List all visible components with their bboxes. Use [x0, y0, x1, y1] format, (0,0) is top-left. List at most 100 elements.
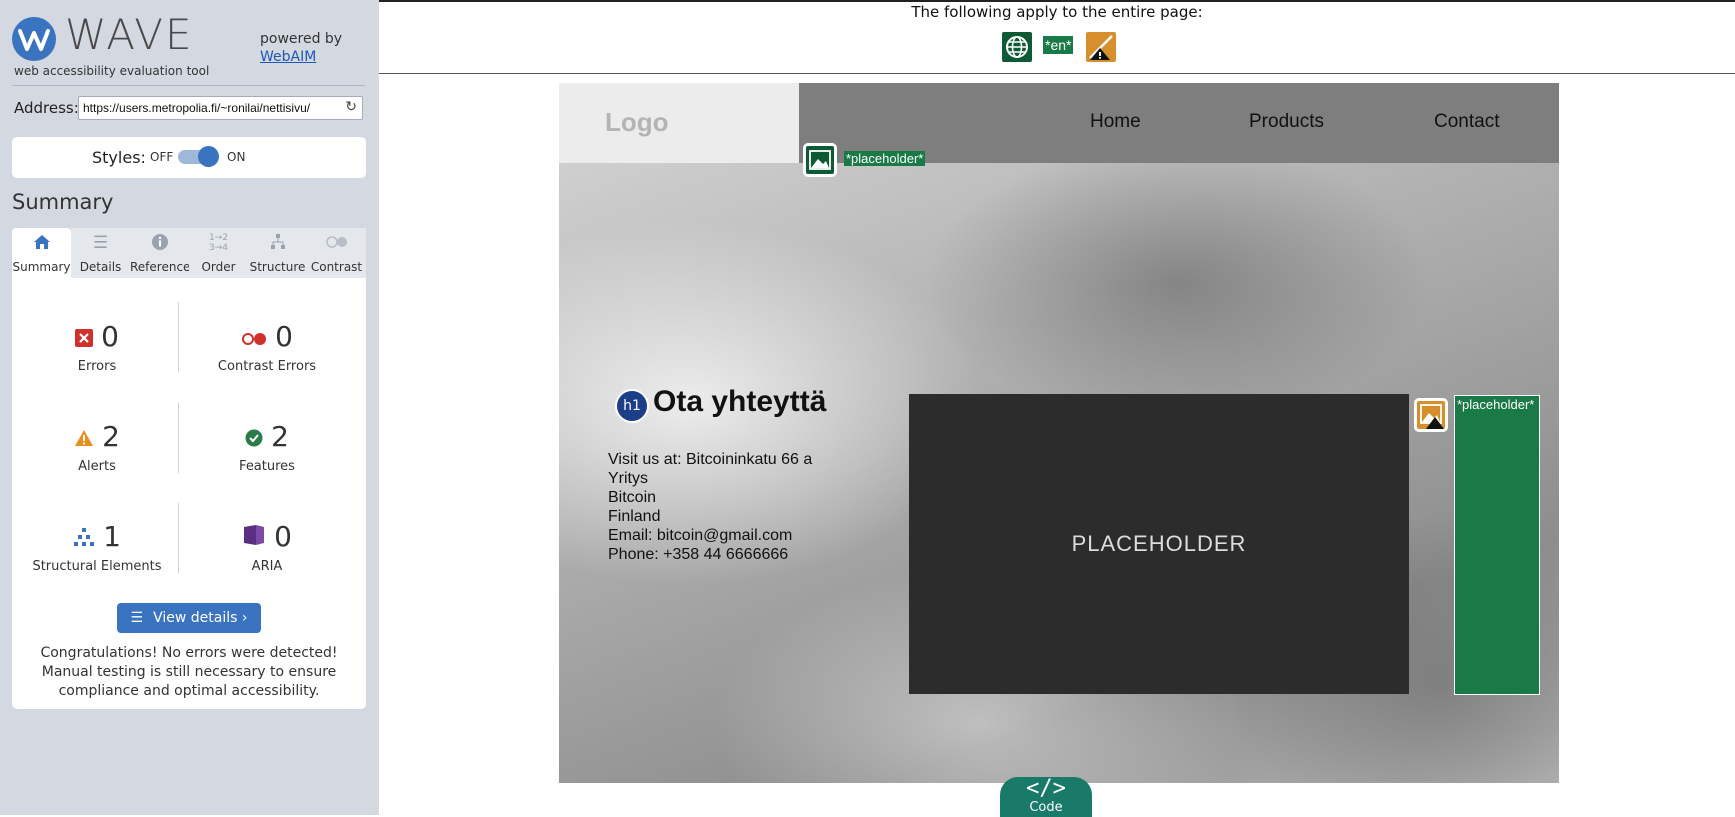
home-icon: [12, 233, 71, 256]
order-icon: 1→2 3→4: [209, 233, 228, 253]
lang-en-label[interactable]: *en*: [1043, 36, 1074, 54]
tab-details[interactable]: ☰ Details: [71, 228, 130, 278]
address-line: Yritys: [608, 470, 648, 487]
code-label: Code: [1029, 800, 1063, 815]
structure-icon: [248, 233, 307, 256]
view-details-button[interactable]: ☰ View details ›: [117, 603, 261, 633]
errors-count: 0: [101, 320, 119, 353]
list-icon: ☰: [92, 233, 109, 253]
contrast-icon: [307, 233, 366, 256]
aria-count: 0: [274, 520, 292, 553]
error-icon: [75, 323, 94, 353]
tab-label: Structure: [249, 260, 306, 274]
powered-by: powered by WebAIM: [260, 31, 342, 65]
address-line: Email: bitcoin@gmail.com: [608, 527, 793, 544]
code-icon: </>: [1026, 776, 1066, 801]
divider: [178, 403, 179, 473]
list-icon: ☰: [130, 610, 144, 626]
errors-label: Errors: [77, 359, 117, 374]
address-line: Visit us at: Bitcoininkatu 66 a: [608, 451, 813, 468]
language-globe-icon[interactable]: [1000, 30, 1034, 64]
site-navbar: Logo Home Products Contact: [559, 83, 1559, 163]
tab-order[interactable]: 1→2 3→4 Order: [189, 228, 248, 278]
contrast-errors-count: 0: [275, 320, 293, 353]
address-input[interactable]: https://users.metropolia.fi/~ronilai/net…: [78, 96, 363, 120]
webaim-link[interactable]: WebAIM: [260, 49, 342, 65]
image-alert-icon[interactable]: [1414, 398, 1448, 432]
tab-summary[interactable]: Summary: [12, 228, 71, 278]
congrats-message: Congratulations! No errors were detected…: [40, 645, 338, 699]
divider: [178, 302, 179, 372]
address-label: Address:: [14, 99, 79, 117]
address-line: Finland: [608, 508, 661, 525]
stat-structural[interactable]: 1 Structural Elements: [17, 522, 177, 575]
divider: [379, 73, 1735, 74]
stat-aria[interactable]: 0 ARIA: [187, 522, 347, 574]
feature-check-icon: [245, 423, 263, 453]
styles-label: Styles:: [92, 148, 146, 167]
features-label: Features: [239, 459, 295, 474]
contrast-error-icon: [241, 323, 267, 353]
h1-heading-icon[interactable]: h1: [615, 389, 649, 423]
alert-icon[interactable]: [1084, 30, 1118, 64]
tab-label: Details: [79, 260, 122, 274]
address-line: Phone: +358 44 6666666: [608, 546, 789, 563]
summary-panel: 0 Errors 0 Contrast Errors 2 Alerts 2 Fe…: [12, 278, 366, 709]
structure-icon: [73, 523, 95, 553]
contrast-errors-label: Contrast Errors: [217, 359, 317, 374]
tab-structure[interactable]: Structure: [248, 228, 307, 278]
address-line: Bitcoin: [608, 489, 657, 506]
aria-icon: [242, 523, 266, 553]
stat-contrast-errors[interactable]: 0 Contrast Errors: [187, 320, 347, 375]
divider: [178, 503, 179, 573]
alert-icon: [74, 423, 94, 453]
alt-text-label: *placeholder*: [844, 151, 926, 166]
app-tagline: web accessibility evaluation tool: [14, 64, 210, 78]
tab-label: Contrast: [310, 260, 363, 274]
divider: [12, 85, 365, 86]
nav-contact[interactable]: Contact: [1434, 111, 1499, 133]
structural-label: Structural Elements: [32, 559, 162, 574]
wave-sidebar: WAVE web accessibility evaluation tool p…: [0, 0, 379, 815]
features-count: 2: [271, 420, 289, 453]
page-wide-heading: The following apply to the entire page:: [911, 3, 1203, 21]
stat-features[interactable]: 2 Features: [187, 420, 347, 475]
stat-alerts[interactable]: 2 Alerts: [17, 422, 177, 474]
page-heading: Ota yhteyttä: [653, 385, 827, 418]
alerts-count: 2: [102, 420, 120, 453]
nav-home[interactable]: Home: [1090, 111, 1141, 133]
evaluated-page: Logo Home Products Contact *placeholder*…: [559, 83, 1559, 783]
site-logo[interactable]: Logo: [559, 83, 799, 163]
tab-reference[interactable]: Reference: [130, 228, 191, 278]
panel-tabs: Summary ☰ Details Reference 1→2 3→4 Order…: [12, 228, 366, 278]
image-alt-icon[interactable]: [803, 143, 837, 177]
code-toggle-button[interactable]: </> Code: [1000, 777, 1092, 817]
app-name: WAVE: [65, 10, 194, 59]
tab-contrast[interactable]: Contrast: [307, 228, 366, 278]
summary-title: Summary: [12, 190, 114, 214]
address-value[interactable]: https://users.metropolia.fi/~ronilai/net…: [83, 101, 338, 115]
alt-text-label: *placeholder*: [1457, 397, 1535, 412]
top-border: [379, 0, 1735, 2]
contact-address: Visit us at: Bitcoininkatu 66 a Yritys B…: [608, 450, 812, 564]
site-logo-text: Logo: [605, 107, 669, 137]
reload-icon[interactable]: ↻: [345, 99, 357, 115]
styles-toggle-knob[interactable]: [198, 146, 219, 167]
tab-label: Order: [201, 260, 236, 274]
aria-label: ARIA: [251, 559, 283, 574]
view-details-label: View details ›: [153, 610, 248, 626]
placeholder-text: PLACEHOLDER: [1071, 531, 1247, 556]
styles-toggle-panel: Styles: OFF ON: [12, 137, 366, 178]
styles-on-label: ON: [227, 150, 246, 164]
nav-products[interactable]: Products: [1249, 111, 1324, 133]
info-icon: [130, 233, 189, 256]
stat-errors[interactable]: 0 Errors: [17, 322, 177, 374]
wave-logo-icon: [12, 17, 56, 61]
alt-text-panel: *placeholder*: [1454, 395, 1540, 695]
tab-label: Summary: [12, 260, 71, 274]
tab-label: Reference: [130, 260, 191, 274]
styles-off-label: OFF: [150, 150, 174, 164]
map-placeholder: PLACEHOLDER: [909, 394, 1409, 694]
alerts-label: Alerts: [78, 459, 116, 474]
powered-by-text: powered by: [260, 31, 343, 47]
